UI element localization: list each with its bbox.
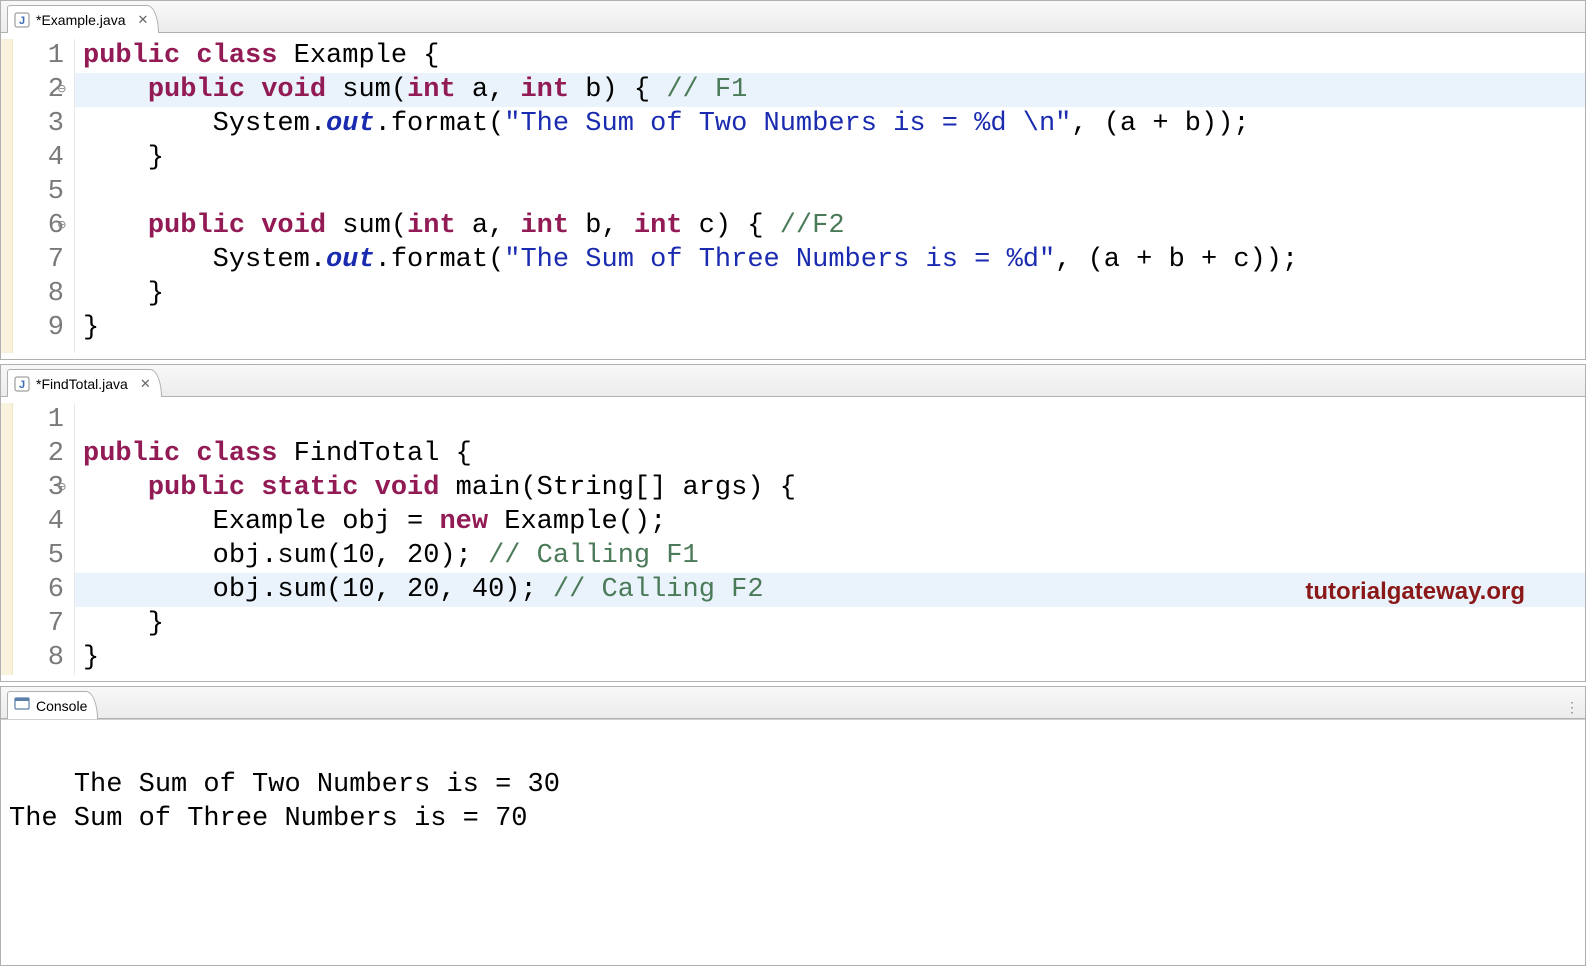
gutter-line: 2 [1,437,64,471]
console-icon [14,696,30,715]
code-line[interactable]: } [83,641,1585,675]
watermark-text: tutorialgateway.org [1305,575,1525,609]
gutter-line: 3 [1,107,64,141]
tab-label: *FindTotal.java [36,376,128,392]
gutter-line: 3⊖ [1,471,64,505]
code-line[interactable]: public void sum(int a, int b, int c) { /… [83,209,1585,243]
code-line[interactable]: obj.sum(10, 20); // Calling F1 [83,539,1585,573]
gutter-line: 6⊖ [1,209,64,243]
code-line[interactable]: public class Example { [83,39,1585,73]
fold-toggle-icon[interactable]: ⊖ [58,481,66,495]
tab-bar: Console [1,687,1585,719]
toolbar-overflow-icon[interactable]: ⋮ [1565,692,1579,726]
svg-text:J: J [19,379,25,391]
code-line[interactable]: } [83,277,1585,311]
gutter-line: 7 [1,243,64,277]
line-gutter: 12⊖3456⊖789 [1,39,75,353]
code-line[interactable]: public static void main(String[] args) { [83,471,1585,505]
code-editor[interactable]: 12⊖3456⊖789 public class Example { publi… [1,33,1585,359]
code-body[interactable]: public class Example { public void sum(i… [75,39,1585,353]
editor-pane-findtotal: J *FindTotal.java ✕ 123⊖45678 public cla… [0,364,1586,682]
gutter-line: 4 [1,505,64,539]
code-line[interactable]: System.out.format("The Sum of Three Numb… [83,243,1585,277]
console-output[interactable]: ⋮The Sum of Two Numbers is = 30 The Sum … [1,719,1585,965]
tab-bar: J *Example.java ✕ [1,1,1585,33]
code-line[interactable] [83,403,1585,437]
gutter-line: 9 [1,311,64,345]
gutter-line: 8 [1,277,64,311]
code-line[interactable]: } [83,141,1585,175]
fold-toggle-icon[interactable]: ⊖ [58,219,66,233]
code-line[interactable]: Example obj = new Example(); [83,505,1585,539]
gutter-line: 7 [1,607,64,641]
tab-bar: J *FindTotal.java ✕ [1,365,1585,397]
java-file-icon: J [14,12,30,28]
line-gutter: 123⊖45678 [1,403,75,675]
tab-console[interactable]: Console [7,691,98,719]
gutter-line: 6 [1,573,64,607]
code-body[interactable]: public class FindTotal { public static v… [75,403,1585,675]
code-line[interactable] [83,175,1585,209]
tab-example-java[interactable]: J *Example.java ✕ [7,5,159,33]
code-line[interactable]: } [83,311,1585,345]
code-editor[interactable]: 123⊖45678 public class FindTotal { publi… [1,397,1585,681]
tab-label: *Example.java [36,12,126,28]
gutter-line: 4 [1,141,64,175]
gutter-line: 1 [1,39,64,73]
close-icon[interactable]: ✕ [138,12,149,28]
fold-toggle-icon[interactable]: ⊖ [58,83,66,97]
close-icon[interactable]: ✕ [140,376,151,392]
code-line[interactable]: public class FindTotal { [83,437,1585,471]
console-text: The Sum of Two Numbers is = 30 The Sum o… [9,770,560,834]
code-line[interactable]: } [83,607,1585,641]
gutter-line: 8 [1,641,64,675]
tab-label: Console [36,698,87,714]
console-pane: Console ⋮The Sum of Two Numbers is = 30 … [0,686,1586,966]
code-line[interactable]: System.out.format("The Sum of Two Number… [83,107,1585,141]
svg-text:J: J [19,15,25,27]
gutter-line: 5 [1,175,64,209]
gutter-line: 2⊖ [1,73,64,107]
java-file-icon: J [14,376,30,392]
gutter-line: 1 [1,403,64,437]
tab-findtotal-java[interactable]: J *FindTotal.java ✕ [7,369,162,397]
gutter-line: 5 [1,539,64,573]
editor-pane-example: J *Example.java ✕ 12⊖3456⊖789 public cla… [0,0,1586,360]
